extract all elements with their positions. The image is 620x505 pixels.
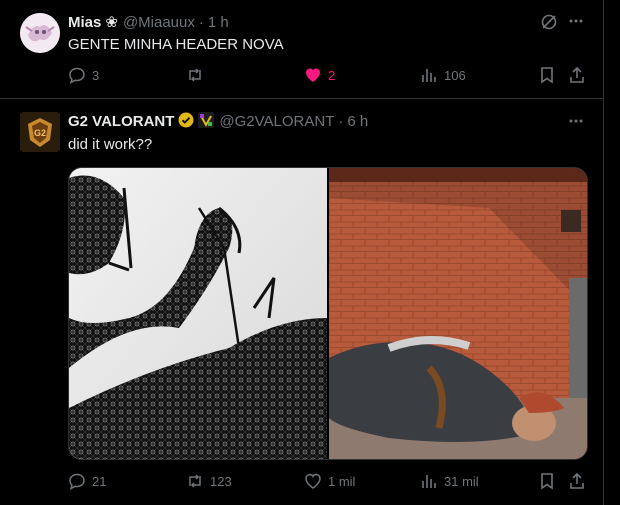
scroll-gutter xyxy=(606,0,620,505)
reply-icon xyxy=(69,67,85,84)
tweet-actions: 21 123 1 mil 31 mil xyxy=(68,472,588,492)
separator-dot: · xyxy=(338,112,344,130)
retweet-icon xyxy=(189,474,201,488)
separator-dot: · xyxy=(198,13,204,31)
reply-count: 3 xyxy=(92,67,100,83)
timestamp[interactable]: 1 h xyxy=(208,14,229,31)
handle[interactable]: @G2VALORANT xyxy=(219,113,334,130)
verified-badge-icon xyxy=(178,112,194,130)
reply-icon xyxy=(69,473,85,490)
analytics-icon xyxy=(422,69,436,82)
tweet-header: G2 VALORANT @G2VALORANT · 6 h xyxy=(68,111,368,131)
heart-icon xyxy=(305,473,321,489)
handle[interactable]: @Miaauux xyxy=(123,14,195,31)
media-grid[interactable] xyxy=(68,167,588,460)
bookmark-button[interactable] xyxy=(538,472,562,490)
more-options-icon[interactable] xyxy=(568,13,584,34)
retweet-icon xyxy=(189,68,201,82)
flower-icon: ❀ xyxy=(105,14,118,31)
tweet-actions: 3 2 106 xyxy=(68,66,588,86)
bookmark-icon xyxy=(541,473,553,490)
reply-count: 21 xyxy=(92,473,107,489)
tweet-text: did it work?? xyxy=(68,136,153,153)
tweet-text: GENTE MINHA HEADER NOVA xyxy=(68,36,284,53)
heart-filled-icon xyxy=(306,68,320,82)
retweet-count: 123 xyxy=(210,473,232,489)
view-count: 106 xyxy=(444,67,466,83)
share-button[interactable] xyxy=(568,472,592,490)
share-icon xyxy=(570,472,584,489)
view-count: 31 mil xyxy=(444,473,479,489)
avatar[interactable] xyxy=(20,13,60,53)
media-image-left[interactable] xyxy=(69,168,327,459)
avatar[interactable]: G2 xyxy=(20,112,60,152)
views-button[interactable]: 106 xyxy=(420,66,466,84)
like-count: 1 mil xyxy=(328,473,356,489)
views-button[interactable]: 31 mil xyxy=(420,472,479,490)
share-icon xyxy=(570,66,584,83)
tweet-mias[interactable]: Mias ❀ @Miaauux · 1 h GENTE MINHA HEADER… xyxy=(0,0,603,99)
like-count: 2 xyxy=(328,67,336,83)
bookmark-icon xyxy=(541,67,553,84)
retweet-button[interactable]: 123 xyxy=(186,472,232,490)
like-button[interactable]: 1 mil xyxy=(304,472,355,490)
timestamp[interactable]: 6 h xyxy=(347,113,368,130)
share-button[interactable] xyxy=(568,66,592,84)
media-image-right[interactable] xyxy=(329,168,587,459)
display-name[interactable]: G2 VALORANT xyxy=(68,113,174,130)
analytics-icon xyxy=(422,475,436,488)
reply-button[interactable]: 3 xyxy=(68,66,99,84)
display-name[interactable]: Mias xyxy=(68,14,101,31)
timeline-border xyxy=(603,0,604,505)
tweet-header: Mias ❀ @Miaauux · 1 h xyxy=(68,12,229,32)
grok-icon[interactable] xyxy=(540,13,558,36)
like-button[interactable]: 2 xyxy=(304,66,335,84)
bookmark-button[interactable] xyxy=(538,66,562,84)
affiliate-logo-icon xyxy=(198,112,215,130)
svg-text:G2: G2 xyxy=(34,128,46,138)
more-options-icon[interactable] xyxy=(568,113,584,134)
retweet-button[interactable] xyxy=(186,66,210,84)
reply-button[interactable]: 21 xyxy=(68,472,106,490)
